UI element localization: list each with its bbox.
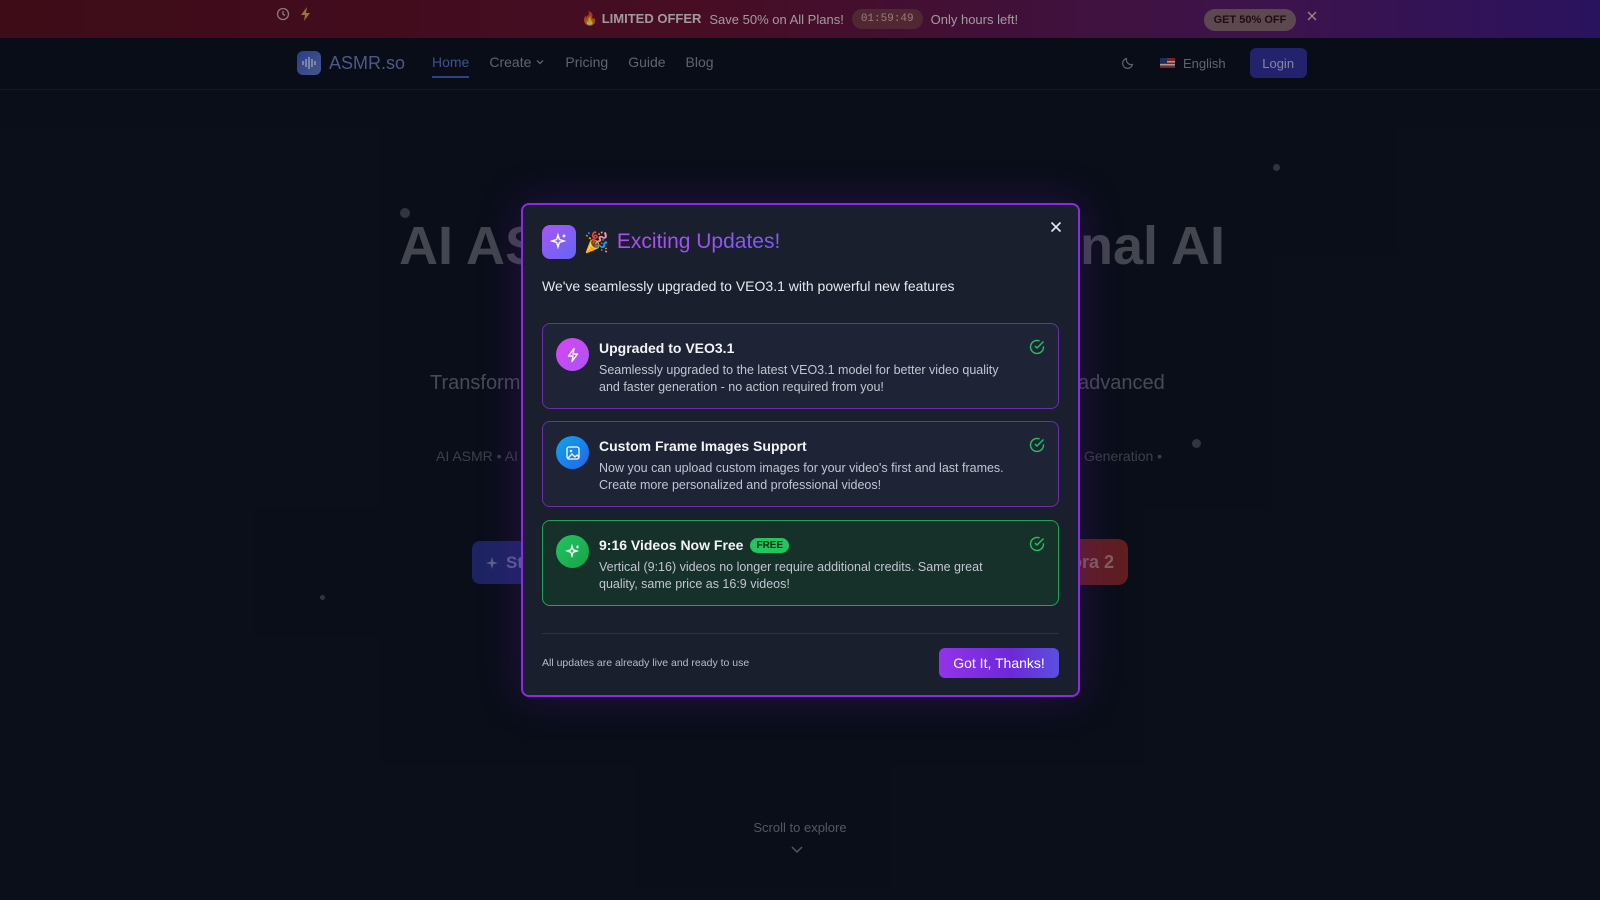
update-card-text: Seamlessly upgraded to the latest VEO3.1…	[599, 363, 999, 394]
close-icon[interactable]	[1048, 219, 1064, 235]
lightning-icon	[556, 338, 589, 371]
modal-header: 🎉 Exciting Updates!	[542, 225, 780, 259]
image-icon	[556, 436, 589, 469]
update-card-title: Custom Frame Images Support	[599, 438, 807, 454]
update-card-title: Upgraded to VEO3.1	[599, 340, 735, 356]
check-circle-icon	[1029, 437, 1045, 453]
sparkles-icon	[542, 225, 576, 259]
modal-footer-note: All updates are already live and ready t…	[542, 657, 750, 669]
update-card-custom-frames: Custom Frame Images Support Now you can …	[542, 421, 1059, 507]
free-badge: FREE	[750, 537, 790, 553]
update-card-text: Vertical (9:16) videos no longer require…	[599, 560, 983, 591]
update-card-veo: Upgraded to VEO3.1 Seamlessly upgraded t…	[542, 323, 1059, 409]
party-popper-icon: 🎉	[584, 231, 609, 254]
update-card-title-row: 9:16 Videos Now Free FREE	[599, 537, 790, 553]
modal-title: Exciting Updates!	[616, 230, 781, 253]
check-circle-icon	[1029, 339, 1045, 355]
got-it-button[interactable]: Got It, Thanks!	[939, 648, 1059, 678]
modal-divider	[542, 633, 1059, 634]
update-card-vertical-free: 9:16 Videos Now Free FREE Vertical (9:16…	[542, 520, 1059, 606]
sparkles-icon	[556, 535, 589, 568]
modal-description: We've seamlessly upgraded to VEO3.1 with…	[542, 278, 955, 294]
update-card-text: Now you can upload custom images for you…	[599, 461, 1004, 492]
updates-modal: 🎉 Exciting Updates! We've seamlessly upg…	[521, 203, 1080, 697]
update-card-title: 9:16 Videos Now Free	[599, 537, 744, 553]
check-circle-icon	[1029, 536, 1045, 552]
